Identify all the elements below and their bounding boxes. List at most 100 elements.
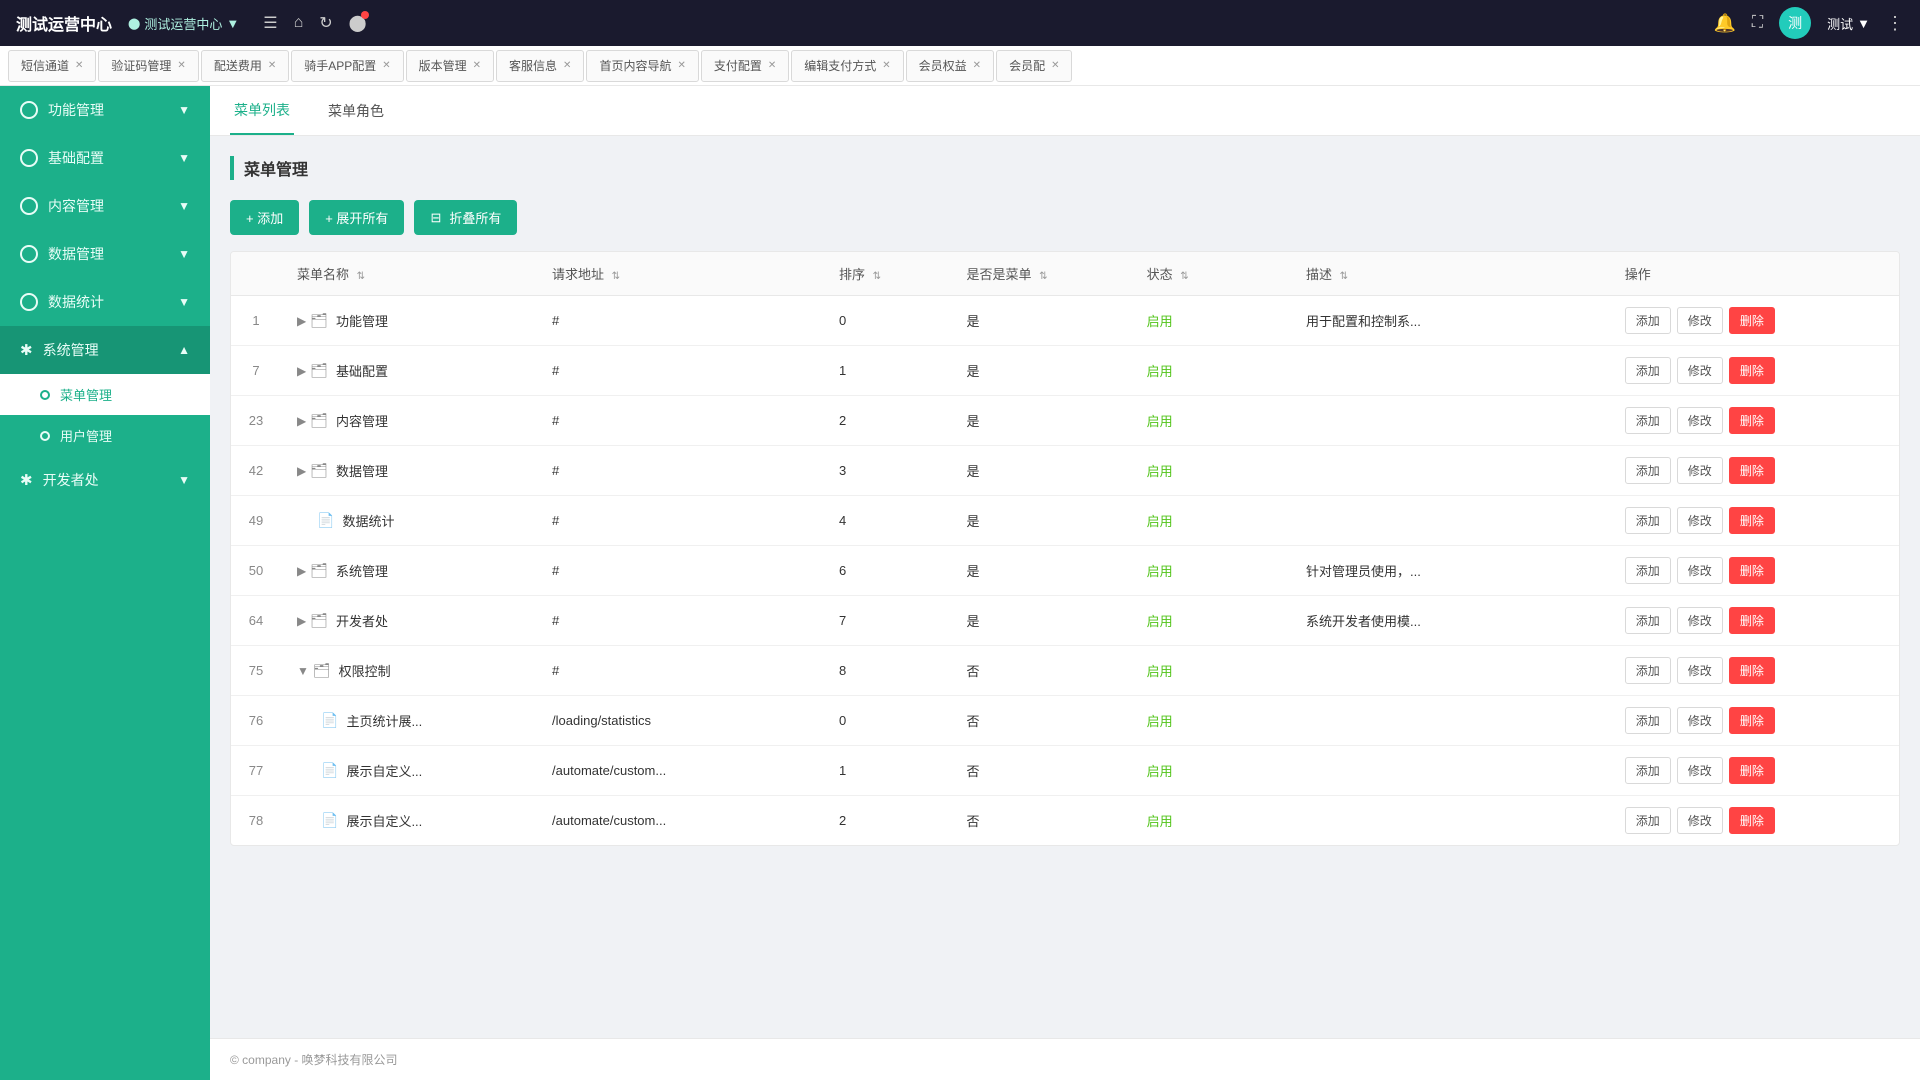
expand-right-icon[interactable]: ▶ — [297, 614, 306, 628]
tab-close-icon[interactable]: ✕ — [473, 60, 481, 71]
home-icon[interactable]: ⌂ — [294, 14, 304, 32]
sidebar-item-developer[interactable]: ✱ 开发者处 ▼ — [0, 456, 210, 504]
tab-3[interactable]: 骑手APP配置✕ — [291, 50, 403, 82]
sort-icon: ⇅ — [873, 271, 881, 282]
col-status[interactable]: 状态 ⇅ — [1131, 252, 1290, 296]
row-name: ▶🗂系统管理 — [281, 546, 536, 596]
add-row-button[interactable]: 添加 — [1625, 607, 1671, 634]
tab-close-icon[interactable]: ✕ — [268, 60, 276, 71]
file-icon: 📄 — [321, 712, 338, 729]
tab-6[interactable]: 首页内容导航✕ — [586, 50, 698, 82]
tab-close-icon[interactable]: ✕ — [1051, 60, 1059, 71]
sidebar-item-stats[interactable]: 数据统计 ▼ — [0, 278, 210, 326]
delete-row-button[interactable]: 删除 — [1729, 707, 1775, 734]
add-row-button[interactable]: 添加 — [1625, 407, 1671, 434]
row-ismenu: 是 — [950, 396, 1130, 446]
tab-close-icon[interactable]: ✕ — [75, 60, 83, 71]
edit-row-button[interactable]: 修改 — [1677, 407, 1723, 434]
delete-row-button[interactable]: 删除 — [1729, 407, 1775, 434]
sec-nav-menu-role[interactable]: 菜单角色 — [324, 86, 388, 135]
expand-right-icon[interactable]: ▶ — [297, 464, 306, 478]
col-order[interactable]: 排序 ⇅ — [823, 252, 951, 296]
row-url: # — [536, 396, 823, 446]
delete-row-button[interactable]: 删除 — [1729, 457, 1775, 484]
tab-8[interactable]: 编辑支付方式✕ — [791, 50, 903, 82]
sec-nav-menu-list[interactable]: 菜单列表 — [230, 86, 294, 135]
add-row-button[interactable]: 添加 — [1625, 457, 1671, 484]
menu-icon[interactable]: ☰ — [263, 13, 277, 33]
tab-9[interactable]: 会员权益✕ — [906, 50, 994, 82]
tab-5[interactable]: 客服信息✕ — [496, 50, 584, 82]
expand-right-icon[interactable]: ▶ — [297, 414, 306, 428]
sidebar-item-content[interactable]: 内容管理 ▼ — [0, 182, 210, 230]
refresh-icon[interactable]: ↻ — [319, 13, 332, 33]
edit-row-button[interactable]: 修改 — [1677, 507, 1723, 534]
add-row-button[interactable]: 添加 — [1625, 807, 1671, 834]
tab-close-icon[interactable]: ✕ — [177, 60, 185, 71]
tab-close-icon[interactable]: ✕ — [882, 60, 890, 71]
more-icon[interactable]: ⋮ — [1886, 13, 1904, 34]
delete-row-button[interactable]: 删除 — [1729, 357, 1775, 384]
nav-breadcrumb[interactable]: ⬤ 测试运营中心 ▼ — [128, 14, 239, 33]
add-row-button[interactable]: 添加 — [1625, 707, 1671, 734]
avatar[interactable]: 测 — [1779, 7, 1811, 39]
edit-row-button[interactable]: 修改 — [1677, 557, 1723, 584]
fullscreen-icon[interactable]: ⛶ — [1752, 14, 1763, 32]
expand-down-icon[interactable]: ▼ — [297, 664, 309, 678]
add-row-button[interactable]: 添加 — [1625, 507, 1671, 534]
edit-row-button[interactable]: 修改 — [1677, 807, 1723, 834]
tab-1[interactable]: 验证码管理✕ — [98, 50, 198, 82]
add-button[interactable]: + 添加 — [230, 200, 299, 235]
tab-close-icon[interactable]: ✕ — [973, 60, 981, 71]
delete-row-button[interactable]: 删除 — [1729, 757, 1775, 784]
row-actions: 添加 修改 删除 — [1609, 746, 1899, 796]
edit-row-button[interactable]: 修改 — [1677, 657, 1723, 684]
add-row-button[interactable]: 添加 — [1625, 657, 1671, 684]
edit-row-button[interactable]: 修改 — [1677, 607, 1723, 634]
add-row-button[interactable]: 添加 — [1625, 357, 1671, 384]
sidebar-item-system[interactable]: ✱ 系统管理 ▲ — [0, 326, 210, 374]
col-url[interactable]: 请求地址 ⇅ — [536, 252, 823, 296]
col-desc[interactable]: 描述 ⇅ — [1290, 252, 1609, 296]
col-ismenu[interactable]: 是否是菜单 ⇅ — [950, 252, 1130, 296]
sidebar-item-data[interactable]: 数据管理 ▼ — [0, 230, 210, 278]
add-row-button[interactable]: 添加 — [1625, 757, 1671, 784]
edit-row-button[interactable]: 修改 — [1677, 707, 1723, 734]
tab-close-icon[interactable]: ✕ — [677, 60, 685, 71]
delete-row-button[interactable]: 删除 — [1729, 657, 1775, 684]
delete-row-button[interactable]: 删除 — [1729, 507, 1775, 534]
notification-dot-icon[interactable]: ⬤ — [349, 13, 367, 33]
add-row-button[interactable]: 添加 — [1625, 307, 1671, 334]
tab-close-icon[interactable]: ✕ — [768, 60, 776, 71]
bell-icon[interactable]: 🔔 — [1713, 13, 1735, 34]
tab-close-icon[interactable]: ✕ — [382, 60, 390, 71]
delete-row-button[interactable]: 删除 — [1729, 807, 1775, 834]
collapse-all-button[interactable]: ⊟ 折叠所有 — [414, 200, 517, 235]
sidebar-subitem-user-mgmt[interactable]: 用户管理 — [0, 415, 210, 456]
col-name[interactable]: 菜单名称 ⇅ — [281, 252, 536, 296]
delete-row-button[interactable]: 删除 — [1729, 307, 1775, 334]
edit-row-button[interactable]: 修改 — [1677, 307, 1723, 334]
delete-row-button[interactable]: 删除 — [1729, 607, 1775, 634]
row-ismenu: 是 — [950, 446, 1130, 496]
row-actions: 添加 修改 删除 — [1609, 646, 1899, 696]
tab-7[interactable]: 支付配置✕ — [701, 50, 789, 82]
tab-10[interactable]: 会员配✕ — [996, 50, 1072, 82]
expand-all-button[interactable]: + 展开所有 — [309, 200, 404, 235]
sidebar-subitem-menu-mgmt[interactable]: 菜单管理 — [0, 374, 210, 415]
tab-close-icon[interactable]: ✕ — [563, 60, 571, 71]
sidebar-item-func[interactable]: 功能管理 ▼ — [0, 86, 210, 134]
expand-right-icon[interactable]: ▶ — [297, 314, 306, 328]
tab-2[interactable]: 配送费用✕ — [201, 50, 289, 82]
edit-row-button[interactable]: 修改 — [1677, 457, 1723, 484]
user-menu[interactable]: 测试 ▼ — [1827, 14, 1870, 33]
expand-right-icon[interactable]: ▶ — [297, 364, 306, 378]
tab-0[interactable]: 短信通道✕ — [8, 50, 96, 82]
expand-right-icon[interactable]: ▶ — [297, 564, 306, 578]
edit-row-button[interactable]: 修改 — [1677, 757, 1723, 784]
delete-row-button[interactable]: 删除 — [1729, 557, 1775, 584]
tab-4[interactable]: 版本管理✕ — [406, 50, 494, 82]
edit-row-button[interactable]: 修改 — [1677, 357, 1723, 384]
add-row-button[interactable]: 添加 — [1625, 557, 1671, 584]
sidebar-item-basic[interactable]: 基础配置 ▼ — [0, 134, 210, 182]
